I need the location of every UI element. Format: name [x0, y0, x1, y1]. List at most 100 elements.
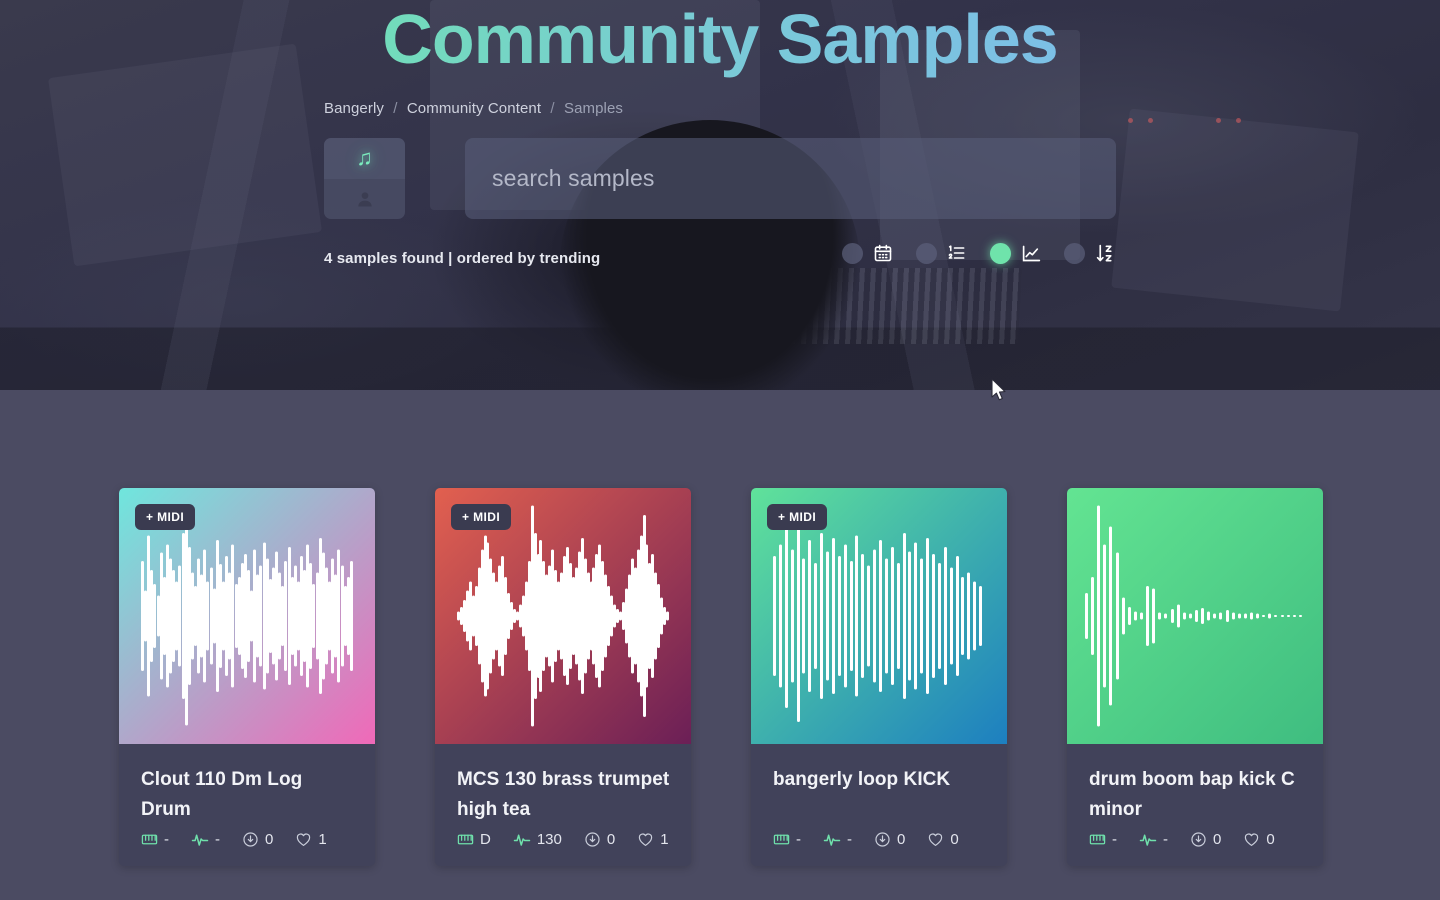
search-input[interactable]: [492, 165, 1089, 192]
stat-likes: 1: [637, 830, 669, 848]
download-icon: [874, 831, 891, 848]
heart-icon: [637, 831, 654, 848]
sample-card[interactable]: + MIDI bangerly loop KICK - - 0 0: [751, 488, 1007, 867]
content-type-toggle: ♫: [324, 138, 405, 219]
stat-likes-value: 1: [318, 830, 327, 848]
sample-title[interactable]: MCS 130 brass trumpet high tea: [457, 765, 671, 825]
stat-key: -: [1089, 831, 1117, 848]
page-title: Community Samples: [0, 0, 1440, 84]
sort-order-group[interactable]: [1064, 242, 1116, 264]
sample-stats: - - 0 0: [1089, 830, 1303, 848]
person-icon: [355, 189, 375, 209]
numbered-list-icon[interactable]: [946, 242, 968, 264]
pulse-icon: [191, 830, 209, 848]
filter-trending-radio[interactable]: [990, 242, 1011, 264]
download-icon: [242, 831, 259, 848]
heart-icon: [1243, 831, 1260, 848]
keyboard-icon: [141, 831, 158, 848]
sample-card[interactable]: + MIDI MCS 130 brass trumpet high tea D 130…: [435, 488, 691, 867]
sample-card-body: bangerly loop KICK - - 0 0: [751, 744, 1007, 866]
pulse-icon: [823, 830, 841, 848]
stat-key: -: [773, 831, 801, 848]
keyboard-icon: [457, 831, 474, 848]
heart-icon: [295, 831, 312, 848]
filter-numbered-list-group[interactable]: [916, 242, 990, 264]
midi-badge: + MIDI: [451, 504, 512, 530]
results-toolbar: 4 samples found | ordered by trending: [324, 242, 1116, 272]
sort-descending-icon[interactable]: [1094, 242, 1116, 264]
hero-decor-led: [1216, 118, 1221, 123]
sort-order-radio[interactable]: [1064, 242, 1085, 264]
midi-badge: + MIDI: [135, 504, 196, 530]
filter-numbered-list-radio[interactable]: [916, 242, 937, 264]
pulse-icon: [513, 830, 531, 848]
mouse-cursor: [991, 378, 1008, 403]
stat-bpm-value: -: [847, 830, 852, 848]
stat-downloads: 0: [1190, 831, 1221, 848]
breadcrumb-item-samples[interactable]: Samples: [564, 100, 623, 117]
breadcrumb-item-bangerly[interactable]: Bangerly: [324, 100, 384, 117]
heart-icon: [927, 831, 944, 848]
stat-bpm-value: -: [1163, 830, 1168, 848]
results-summary: 4 samples found | ordered by trending: [324, 250, 601, 267]
hero-decor-shape: [1111, 108, 1359, 312]
stat-likes: 1: [295, 830, 327, 848]
search-bar[interactable]: [465, 138, 1116, 219]
stat-downloads-value: 0: [606, 830, 616, 848]
stat-key: D: [457, 831, 491, 848]
sample-title[interactable]: drum boom bap kick C minor: [1089, 765, 1303, 825]
sample-artwork[interactable]: + MIDI: [119, 488, 375, 744]
filter-date-group[interactable]: [842, 242, 916, 264]
hero-header: Community Samples Bangerly / Community C…: [0, 0, 1440, 390]
stat-key-value: -: [164, 830, 169, 848]
stat-key-value: D: [480, 830, 491, 848]
sample-artwork[interactable]: + MIDI: [435, 488, 691, 744]
stat-likes: 0: [927, 830, 959, 848]
hero-decor-led: [1148, 118, 1153, 123]
stat-bpm: 130: [513, 830, 562, 848]
stat-downloads-value: 0: [897, 830, 906, 848]
stat-downloads: 0: [242, 831, 273, 848]
stat-likes: 0: [1243, 830, 1275, 848]
sample-card[interactable]: + MIDI Clout 110 Dm Log Drum - - 0 1: [119, 488, 375, 867]
breadcrumb-item-community-content[interactable]: Community Content: [407, 100, 541, 117]
stat-key: -: [141, 831, 169, 848]
sample-stats: D 130 0 1: [457, 830, 671, 848]
filter-trending-group[interactable]: [990, 242, 1064, 264]
sample-title[interactable]: bangerly loop KICK: [773, 765, 987, 825]
sample-card[interactable]: drum boom bap kick C minor - - 0 0: [1067, 488, 1323, 867]
midi-badge: + MIDI: [767, 504, 828, 530]
trending-chart-icon[interactable]: [1020, 242, 1042, 264]
sample-artwork[interactable]: [1067, 488, 1323, 744]
music-note-icon: ♫: [356, 145, 373, 171]
stat-likes-value: 0: [1266, 830, 1275, 848]
download-icon: [1190, 831, 1207, 848]
sample-artwork[interactable]: + MIDI: [751, 488, 1007, 744]
toggle-samples-button[interactable]: ♫: [324, 138, 405, 179]
stat-downloads-value: 0: [1213, 830, 1222, 848]
sample-card-body: Clout 110 Dm Log Drum - - 0 1: [119, 744, 375, 866]
stat-bpm: -: [1139, 830, 1168, 848]
keyboard-icon: [1089, 831, 1106, 848]
hero-decor-led: [1128, 118, 1133, 123]
filter-date-radio[interactable]: [842, 242, 863, 264]
stat-key-value: -: [1112, 830, 1117, 848]
sample-stats: - - 0 1: [141, 830, 355, 848]
content-area: + MIDI Clout 110 Dm Log Drum - - 0 1 + MIDI MCS…: [0, 390, 1440, 900]
sample-card-grid: + MIDI Clout 110 Dm Log Drum - - 0 1 + MIDI MCS…: [119, 488, 1323, 867]
toggle-users-button[interactable]: [324, 179, 405, 220]
breadcrumb-separator: /: [393, 100, 398, 117]
stat-likes-value: 0: [950, 830, 959, 848]
pulse-icon: [1139, 830, 1157, 848]
stat-downloads: 0: [584, 831, 615, 848]
waveform: [1067, 488, 1323, 744]
stat-bpm: -: [823, 830, 852, 848]
download-icon: [584, 831, 601, 848]
stat-key-value: -: [796, 830, 801, 848]
stat-likes-value: 1: [660, 830, 669, 848]
stat-bpm-value: 130: [536, 830, 562, 848]
view-controls: [842, 242, 1116, 264]
stat-bpm-value: -: [215, 830, 220, 848]
calendar-icon[interactable]: [872, 242, 894, 264]
sample-title[interactable]: Clout 110 Dm Log Drum: [141, 765, 355, 825]
